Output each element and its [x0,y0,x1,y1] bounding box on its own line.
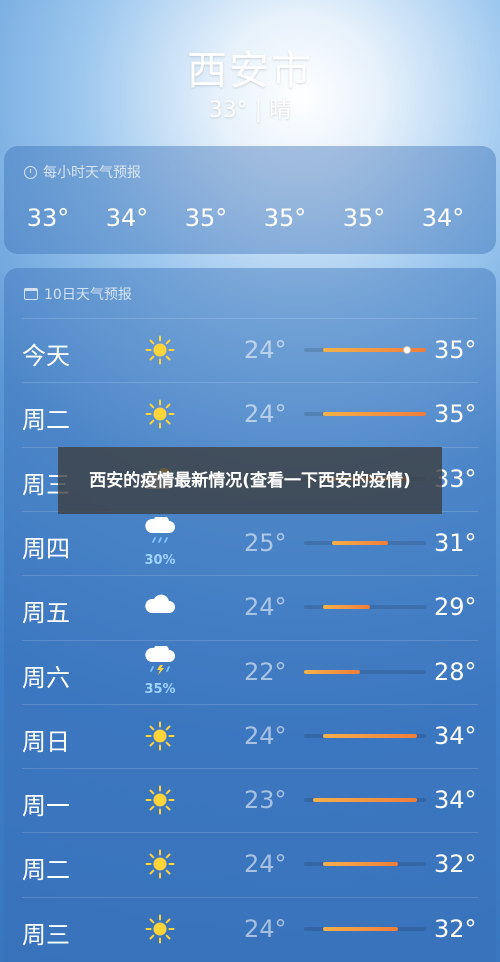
hourly-temp: 33° [26,204,70,232]
low-temp: 24° [244,336,287,364]
hourly-temp: 35° [263,204,307,232]
sun-icon [145,849,175,879]
daily-forecast-row[interactable]: 周日 24° 34° [4,703,496,768]
temperature-range-fill [304,669,361,674]
hourly-temp: 35° [184,204,228,232]
temperature-range-bar [304,669,426,674]
high-temp: 34° [434,786,477,815]
daily-forecast-row[interactable]: 周六 35% 22° 28° [4,639,496,704]
temperature-range-fill [322,926,398,931]
current-condition: 33° | 晴 [208,98,292,123]
temperature-range-bar [304,540,426,545]
temperature-range-fill [332,540,389,545]
rain-cloud-icon [145,516,175,543]
low-temp: 24° [244,850,287,879]
clock-icon [24,165,37,179]
temperature-range-bar [304,605,426,610]
row-divider [22,639,478,641]
temperature-range-bar [304,862,426,867]
current-temp-marker [403,346,412,354]
city-name: 西安市 [187,48,313,94]
temperature-range-fill [313,798,417,803]
temperature-range-bar [304,412,426,417]
row-divider [22,896,478,898]
calendar-icon [24,288,38,300]
daily-forecast-title: 10日天气预报 [44,287,132,303]
daily-forecast-row[interactable]: 周三 24° 32° [4,896,496,961]
day-label: 今天 [22,342,70,370]
day-label: 周六 [22,663,70,692]
daily-forecast-row[interactable]: 周四 30% 25° 31° [4,510,496,575]
sun-icon [145,721,175,751]
precipitation-chance: 35% [144,681,176,697]
hourly-forecast-card[interactable]: 每小时天气预报 33° 34° 35° 35° 35° 34° [4,146,496,254]
high-temp: 35° [434,400,477,429]
temperature-range-fill [322,412,426,417]
high-temp: 28° [434,657,477,686]
day-label: 周日 [22,727,70,756]
hourly-forecast-title: 每小时天气预报 [43,165,141,181]
hourly-temp: 34° [105,204,149,232]
daily-forecast-card[interactable]: 10日天气预报 今天 24° 35° 周二 24° 35° 周三 33° 周四 30% 25° 31°… [4,268,496,962]
sun-icon [145,785,175,815]
low-temp: 24° [244,400,287,429]
temperature-range-bar [304,926,426,931]
location-header: 西安市 33° | 晴 [0,0,500,140]
high-temp: 34° [434,721,477,750]
high-temp: 29° [434,593,477,622]
hourly-forecast-header: 每小时天气预报 [24,162,141,182]
daily-forecast-row[interactable]: 周一 23° 34° [4,768,496,832]
article-title-banner[interactable]: 西安的疫情最新情况(查看一下西安的疫情) [58,447,442,514]
hourly-temp: 35° [342,204,386,232]
row-divider [22,832,478,834]
high-temp: 35° [434,336,477,364]
daily-forecast-header: 10日天气预报 [24,284,132,304]
hourly-temp: 34° [421,204,465,232]
daily-forecast-row[interactable]: 周二 24° 35° [4,382,496,446]
temperature-range-fill [322,605,370,610]
temperature-range-fill [322,733,417,738]
article-title: 西安的疫情最新情况(查看一下西安的疫情) [89,470,411,491]
precipitation-chance: 30% [144,552,176,568]
day-label: 周三 [22,920,70,949]
low-temp: 25° [244,528,287,557]
day-label: 周四 [22,534,70,563]
low-temp: 24° [244,593,287,622]
low-temp: 23° [244,786,287,815]
temperature-range-bar [304,798,426,803]
day-label: 周五 [22,599,70,628]
sun-icon [145,914,175,944]
row-divider [22,703,478,705]
temperature-range-bar [304,733,426,738]
cloud-icon [145,594,175,614]
daily-forecast-row[interactable]: 周二 24° 32° [4,832,496,896]
day-label: 周二 [22,406,70,435]
row-divider [22,575,478,577]
row-divider [22,768,478,770]
high-temp: 32° [434,850,477,879]
sun-icon [145,335,175,365]
temperature-range-bar [304,346,426,354]
row-divider [22,382,478,384]
high-temp: 31° [434,528,477,557]
daily-forecast-row[interactable]: 今天 24° 35° [4,318,496,382]
temperature-range-fill [322,862,398,867]
low-temp: 24° [244,914,287,943]
low-temp: 24° [244,721,287,750]
high-temp: 32° [434,914,477,943]
sun-icon [145,399,175,429]
thunderstorm-icon [145,645,175,675]
day-label: 周二 [22,856,70,885]
low-temp: 22° [244,657,287,686]
day-label: 周一 [22,792,70,821]
row-divider [22,318,478,319]
daily-forecast-row[interactable]: 周五 24° 29° [4,575,496,639]
